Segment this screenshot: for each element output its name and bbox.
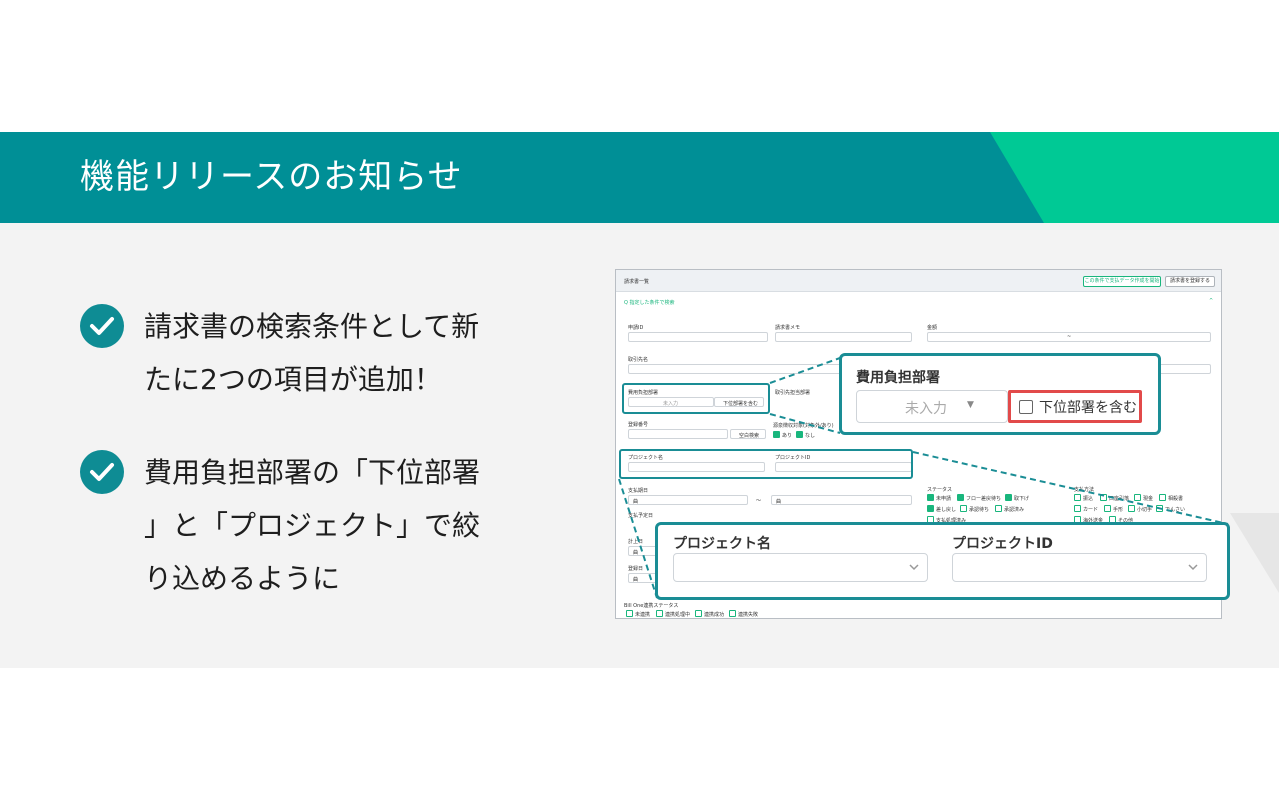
cost-dept-callout: 費用負担部署 未入力 ▼ 下位部署を含む — [839, 353, 1161, 435]
slide: 機能リリースのお知らせ 請求書の検索条件として新 たに2つの項目が追加！ 費用負… — [0, 0, 1279, 800]
chevron-down-icon — [1188, 564, 1198, 571]
cost-dept-callout-select[interactable]: 未入力 ▼ — [856, 390, 1008, 423]
sub-dept-callout-checkbox[interactable]: 下位部署を含む — [1008, 390, 1142, 423]
project-id-callout-label: プロジェクトID — [952, 536, 1053, 552]
checkbox-empty-icon — [1019, 400, 1033, 414]
cost-dept-callout-value: 未入力 — [905, 401, 947, 417]
project-name-callout-select[interactable] — [673, 553, 928, 582]
chevron-down-icon — [909, 564, 919, 571]
caret-down-icon: ▼ — [967, 400, 974, 410]
project-id-callout-select[interactable] — [952, 553, 1207, 582]
sub-dept-callout-label: 下位部署を含む — [1039, 400, 1137, 416]
cost-dept-callout-label: 費用負担部署 — [856, 370, 940, 386]
project-name-callout-label: プロジェクト名 — [673, 536, 771, 552]
project-callout: プロジェクト名 プロジェクトID — [655, 522, 1230, 600]
